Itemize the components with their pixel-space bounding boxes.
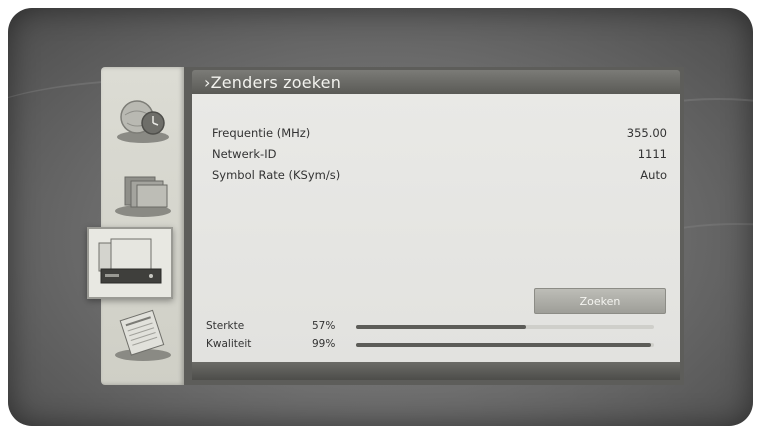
- meter-fill: [356, 343, 652, 347]
- setting-row-frequency[interactable]: Frequentie (MHz) 355.00: [212, 126, 667, 144]
- panel-footer: [192, 362, 680, 380]
- signal-quality-meter: Kwaliteit 99%: [206, 338, 661, 352]
- meter-percent: 99%: [312, 338, 336, 350]
- meter-percent: 57%: [312, 320, 336, 332]
- meter-label: Sterkte: [206, 320, 245, 332]
- meter-label: Kwaliteit: [206, 338, 252, 350]
- panel-body: Frequentie (MHz) 355.00 Netwerk-ID 1111 …: [192, 94, 680, 362]
- setting-value: Auto: [640, 168, 667, 182]
- search-button[interactable]: Zoeken: [534, 288, 666, 314]
- setting-label: Frequentie (MHz): [212, 126, 311, 140]
- setting-label: Symbol Rate (KSym/s): [212, 168, 341, 182]
- meter-fill: [356, 325, 526, 329]
- newspaper-icon: [115, 309, 171, 361]
- setting-label: Netwerk-ID: [212, 147, 277, 161]
- panel-header: ›Zenders zoeken: [192, 70, 680, 94]
- menu-sidebar: [87, 67, 184, 385]
- setting-value: 1111: [637, 147, 667, 161]
- setting-value: 355.00: [626, 126, 667, 140]
- meter-track: [356, 325, 654, 329]
- meter-track: [356, 343, 654, 347]
- sidebar-item-time[interactable]: [111, 89, 175, 149]
- stack-icon: [115, 176, 171, 217]
- sidebar-item-info[interactable]: [111, 305, 175, 365]
- setting-row-symbol-rate[interactable]: Symbol Rate (KSym/s) Auto: [212, 168, 667, 186]
- channel-search-panel: ›Zenders zoeken Frequentie (MHz) 355.00 …: [184, 67, 684, 385]
- page-title: ›Zenders zoeken: [204, 73, 342, 92]
- setting-row-network-id[interactable]: Netwerk-ID 1111: [212, 147, 667, 165]
- receiver-icon: [98, 238, 162, 284]
- globe-clock-icon: [117, 100, 169, 143]
- sidebar-item-installation[interactable]: [111, 163, 175, 223]
- sidebar-item-channel-search[interactable]: [87, 227, 173, 299]
- signal-strength-meter: Sterkte 57%: [206, 320, 661, 334]
